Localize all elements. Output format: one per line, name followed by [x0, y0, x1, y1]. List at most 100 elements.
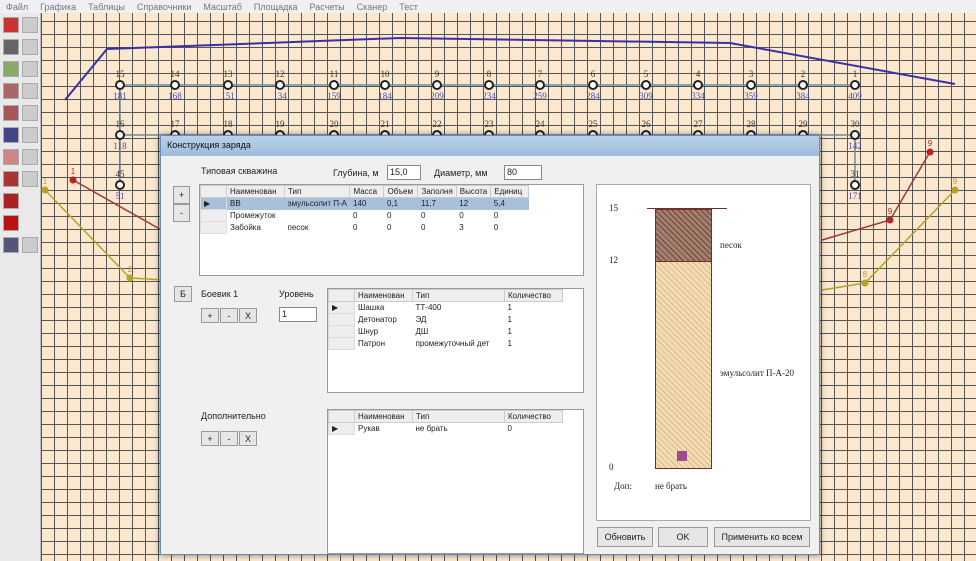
- table-cell[interactable]: промежуточный дет: [413, 338, 505, 350]
- table-cell[interactable]: 3: [456, 222, 490, 234]
- add-row-button[interactable]: +: [173, 186, 190, 204]
- column-header[interactable]: Наименован: [354, 289, 413, 302]
- table-cell[interactable]: 1: [505, 338, 563, 350]
- column-header[interactable]: Тип: [412, 410, 505, 423]
- table-cell[interactable]: 1: [505, 302, 563, 314]
- table-cell[interactable]: Детонатор: [355, 314, 413, 326]
- marker-point[interactable]: [69, 176, 77, 184]
- column-header[interactable]: Тип: [412, 289, 505, 302]
- table-cell[interactable]: ВВ: [226, 197, 285, 210]
- table-cell[interactable]: 0,1: [383, 197, 418, 210]
- table-cell[interactable]: 11,7: [417, 197, 457, 210]
- hole-node[interactable]: [170, 80, 180, 90]
- level-input[interactable]: 1: [279, 307, 317, 322]
- marker-point[interactable]: [41, 186, 49, 194]
- table-row[interactable]: ▶ Шашка ТТ-400 1: [328, 301, 563, 314]
- marker-point[interactable]: [951, 186, 959, 194]
- table-cell[interactable]: 0: [491, 210, 529, 222]
- column-header[interactable]: Масса: [349, 185, 385, 198]
- marker-point[interactable]: [861, 279, 869, 287]
- extra-add-button[interactable]: +: [201, 431, 219, 446]
- hole-node[interactable]: [115, 130, 125, 140]
- table-cell[interactable]: 0: [491, 222, 529, 234]
- ok-button[interactable]: OK: [658, 527, 708, 547]
- table-row[interactable]: Детонатор ЭД 1: [328, 313, 563, 326]
- table-cell[interactable]: ДШ: [413, 326, 505, 338]
- table-row[interactable]: Промежуток 0 0 0 0 0: [200, 209, 529, 222]
- table-cell[interactable]: 1: [505, 314, 563, 326]
- table-cell[interactable]: Рукав: [355, 423, 413, 435]
- marker-point[interactable]: [926, 148, 934, 156]
- hole-node[interactable]: [693, 80, 703, 90]
- column-header[interactable]: Количество: [504, 410, 563, 423]
- booster-add-button[interactable]: +: [201, 308, 219, 323]
- table-cell[interactable]: 0: [456, 210, 490, 222]
- remove-row-button[interactable]: -: [173, 204, 190, 222]
- column-header[interactable]: Наименован: [354, 410, 413, 423]
- hole-node[interactable]: [275, 80, 285, 90]
- extra-delete-button[interactable]: X: [239, 431, 257, 446]
- refresh-button[interactable]: Обновить: [597, 527, 653, 547]
- table-cell[interactable]: Забойка: [227, 222, 285, 234]
- hole-node[interactable]: [798, 80, 808, 90]
- table-row[interactable]: Шнур ДШ 1: [328, 325, 563, 338]
- table-cell[interactable]: 140: [349, 197, 384, 210]
- marker-point[interactable]: [126, 274, 134, 282]
- table-cell[interactable]: Патрон: [355, 338, 413, 350]
- booster-remove-button[interactable]: -: [220, 308, 238, 323]
- column-header[interactable]: Количество: [504, 289, 563, 302]
- table-cell[interactable]: Промежуток: [227, 210, 285, 222]
- table-cell[interactable]: 12: [456, 197, 491, 210]
- marker-point[interactable]: [886, 216, 894, 224]
- hole-node[interactable]: [329, 80, 339, 90]
- hole-node[interactable]: [850, 80, 860, 90]
- extra-remove-button[interactable]: -: [220, 431, 238, 446]
- table-cell[interactable]: 1: [505, 326, 563, 338]
- hole-node[interactable]: [432, 80, 442, 90]
- table-cell[interactable]: [285, 210, 350, 222]
- table-row[interactable]: ▶ ВВ эмульсолит П-А 140 0,1 11,7 12 5,4: [200, 197, 529, 210]
- table-cell[interactable]: ЭД: [413, 314, 505, 326]
- diameter-spinner[interactable]: 80: [504, 165, 542, 180]
- charge-table[interactable]: Наименован Тип Масса Объем Заполня Высота Един…: [199, 184, 584, 276]
- column-header[interactable]: Единиц: [490, 185, 530, 198]
- column-header[interactable]: Заполня: [417, 185, 457, 198]
- hole-node[interactable]: [746, 80, 756, 90]
- table-cell[interactable]: эмульсолит П-А: [284, 197, 350, 210]
- hole-node[interactable]: [115, 180, 125, 190]
- table-cell[interactable]: Шнур: [355, 326, 413, 338]
- table-cell[interactable]: 0: [418, 210, 456, 222]
- apply-all-button[interactable]: Применить ко всем: [714, 527, 810, 547]
- column-header[interactable]: Высота: [455, 185, 492, 198]
- table-cell[interactable]: 0: [384, 222, 418, 234]
- extra-table[interactable]: Наименован Тип Количество ▶ Рукав не брать 0: [327, 409, 584, 554]
- hole-node[interactable]: [850, 130, 860, 140]
- table-cell[interactable]: не брать: [413, 423, 505, 435]
- table-cell[interactable]: Шашка: [355, 302, 413, 314]
- booster-delete-button[interactable]: X: [239, 308, 257, 323]
- table-cell[interactable]: песок: [285, 222, 350, 234]
- table-row[interactable]: Забойка песок 0 0 0 3 0: [200, 221, 529, 234]
- table-row[interactable]: ▶ Рукав не брать 0: [328, 422, 563, 435]
- table-cell[interactable]: 0: [384, 210, 418, 222]
- column-header[interactable]: Объем: [383, 185, 419, 198]
- table-cell[interactable]: 0: [350, 210, 384, 222]
- hole-node[interactable]: [115, 80, 125, 90]
- hole-node[interactable]: [641, 80, 651, 90]
- hole-node[interactable]: [535, 80, 545, 90]
- table-cell[interactable]: 5,4: [490, 197, 529, 210]
- column-header[interactable]: Наименован: [226, 185, 285, 198]
- hole-node[interactable]: [588, 80, 598, 90]
- table-cell[interactable]: 0: [418, 222, 456, 234]
- depth-spinner[interactable]: 15,0: [387, 165, 421, 180]
- table-cell[interactable]: 0: [505, 423, 563, 435]
- column-header[interactable]: Тип: [283, 185, 351, 198]
- hole-node[interactable]: [850, 180, 860, 190]
- hole-node[interactable]: [223, 80, 233, 90]
- booster-table[interactable]: Наименован Тип Количество ▶ Шашка ТТ-400 1 Дето…: [327, 288, 584, 393]
- hole-node[interactable]: [484, 80, 494, 90]
- table-row[interactable]: Патрон промежуточный дет 1: [328, 337, 563, 350]
- table-cell[interactable]: ТТ-400: [413, 302, 505, 314]
- b-button[interactable]: Б: [174, 286, 192, 302]
- table-cell[interactable]: 0: [350, 222, 384, 234]
